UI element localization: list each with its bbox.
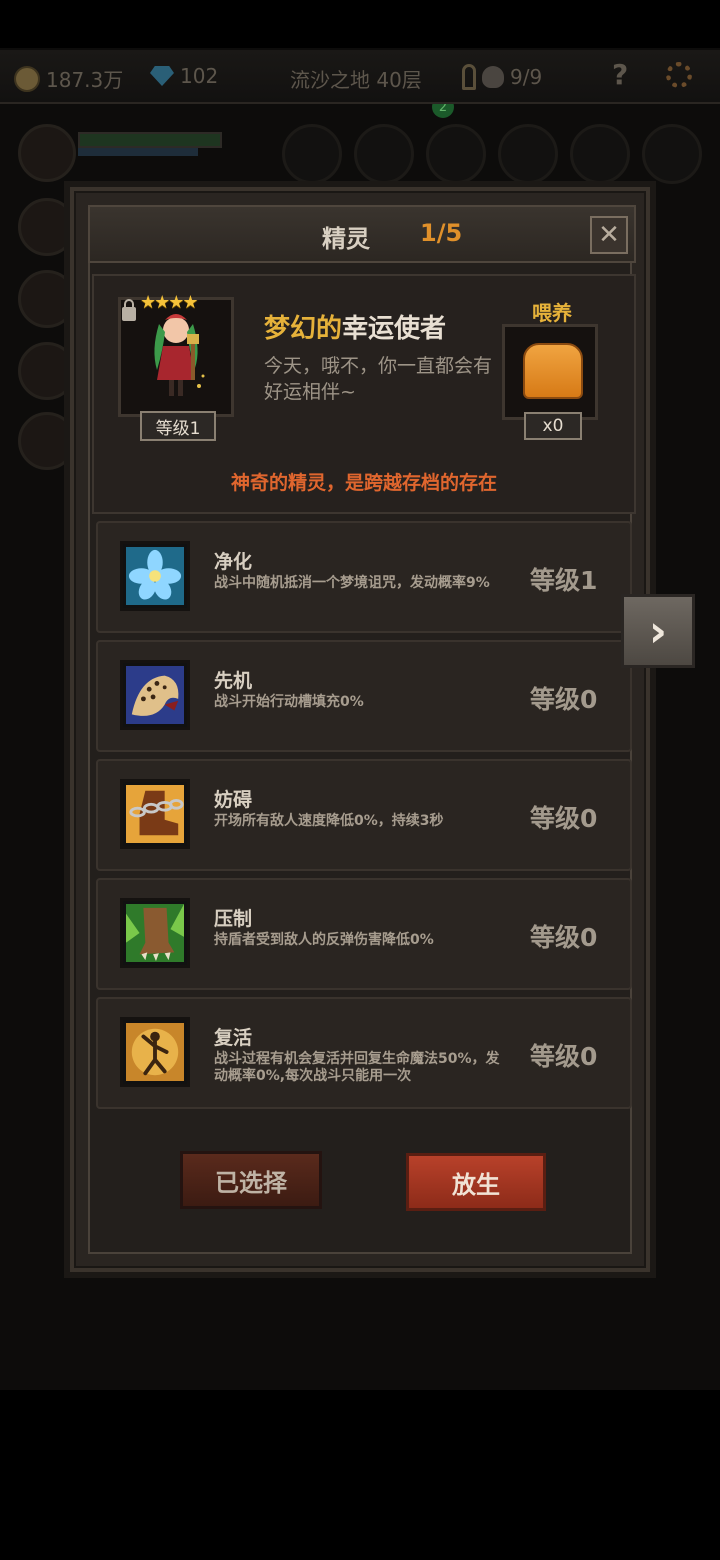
spirit-description: 今天，哦不，你一直都会有好运相伴~ (264, 355, 493, 403)
star-rating: ★★★★ (140, 292, 199, 313)
skill-description: 战斗中随机抵消一个梦境诅咒，发动概率9% (214, 575, 490, 591)
location-label: 流沙之地 40层 (290, 68, 422, 92)
settings-button[interactable] (666, 62, 692, 88)
gem-icon (150, 66, 174, 86)
key-count: 9/9 (510, 65, 543, 89)
skill-description: 战斗开始行动槽填充0% (214, 694, 364, 710)
skill-name: 妨碍 (214, 789, 253, 811)
skill-row[interactable]: 先机 战斗开始行动槽填充0% 等级0 (96, 640, 632, 752)
skill-level: 等级0 (530, 1042, 598, 1071)
gem-display: 102 (150, 64, 218, 88)
skill-name: 压制 (214, 908, 253, 930)
selected-button[interactable]: 已选择 (180, 1151, 322, 1209)
skull-icon (482, 66, 504, 88)
lock-icon[interactable] (122, 299, 136, 321)
spirit-name-noun: 幸运使者 (342, 314, 447, 344)
skill-icon-frame (120, 898, 190, 968)
skill-icon-frame (120, 660, 190, 730)
spirit-name-adjective: 梦幻的 (264, 314, 343, 344)
skill-icon-frame (120, 779, 190, 849)
gem-value: 102 (180, 64, 219, 88)
hp-bar (78, 132, 222, 148)
skill-name: 先机 (214, 670, 253, 692)
mp-bar (78, 148, 198, 156)
release-button[interactable]: 放生 (406, 1153, 546, 1211)
feed-count: x0 (524, 412, 582, 440)
top-status-bar: 187.3万 102 流沙之地 40层 9/9 ? (0, 50, 720, 104)
spirit-tagline: 神奇的精灵，是跨越存档的存在 (230, 472, 497, 494)
skill-row[interactable]: 妨碍 开场所有敌人速度降低0%，持续3秒 等级0 (96, 759, 632, 871)
dialog-title: 精灵 (322, 225, 370, 253)
skill-level: 等级0 (530, 804, 598, 833)
feed-label: 喂养 (532, 301, 572, 325)
close-button[interactable]: ✕ (590, 216, 628, 254)
beast-claw-icon (126, 904, 184, 962)
gold-display: 187.3万 (14, 64, 123, 93)
skill-description: 战斗过程有机会复活并回复生命魔法50%，发动概率0%,每次战斗只能用一次 (214, 1051, 500, 1084)
feed-item-slot[interactable] (502, 324, 598, 420)
bread-icon (523, 343, 583, 399)
spirit-character-image (154, 314, 205, 396)
coin-icon (14, 65, 40, 92)
skill-row[interactable]: 复活 战斗过程有机会复活并回复生命魔法50%，发动概率0%,每次战斗只能用一次 … (96, 997, 632, 1109)
spirit-dialog: 精灵 1/5 ✕ ★★★★ 等级1 梦幻的幸运使者 今天，哦不，你一直都会有好运… (70, 187, 650, 1272)
next-spirit-button[interactable]: › (621, 594, 695, 668)
skill-description: 开场所有敌人速度降低0%，持续3秒 (214, 813, 444, 829)
spirit-name: 梦幻的幸运使者 (264, 308, 446, 345)
blue-flower-icon (126, 547, 184, 605)
revive-figure-icon (126, 1023, 184, 1081)
gold-value: 187.3万 (46, 68, 124, 92)
key-icon (462, 64, 476, 90)
spirit-page-count: 1/5 (420, 219, 463, 247)
skill-icon-frame (120, 541, 190, 611)
skill-level: 等级0 (530, 685, 598, 714)
skill-description: 持盾者受到敌人的反弹伤害降低0% (214, 932, 434, 948)
skill-row[interactable]: 净化 战斗中随机抵消一个梦境诅咒，发动概率9% 等级1 (96, 521, 632, 633)
help-button[interactable]: ? (612, 58, 628, 91)
skill-row[interactable]: 压制 持盾者受到敌人的反弹伤害降低0% 等级0 (96, 878, 632, 990)
key-display: 9/9 (462, 64, 542, 90)
skill-icon-frame (120, 1017, 190, 1087)
leopard-icon (126, 666, 184, 724)
bottom-area (0, 1390, 720, 1560)
spirit-level: 等级1 (140, 411, 216, 441)
skill-name: 净化 (214, 551, 253, 573)
chained-boot-icon (126, 785, 184, 843)
skill-level: 等级0 (530, 923, 598, 952)
skill-name: 复活 (214, 1027, 253, 1049)
gear-icon (666, 62, 692, 88)
skill-level: 等级1 (530, 566, 598, 595)
